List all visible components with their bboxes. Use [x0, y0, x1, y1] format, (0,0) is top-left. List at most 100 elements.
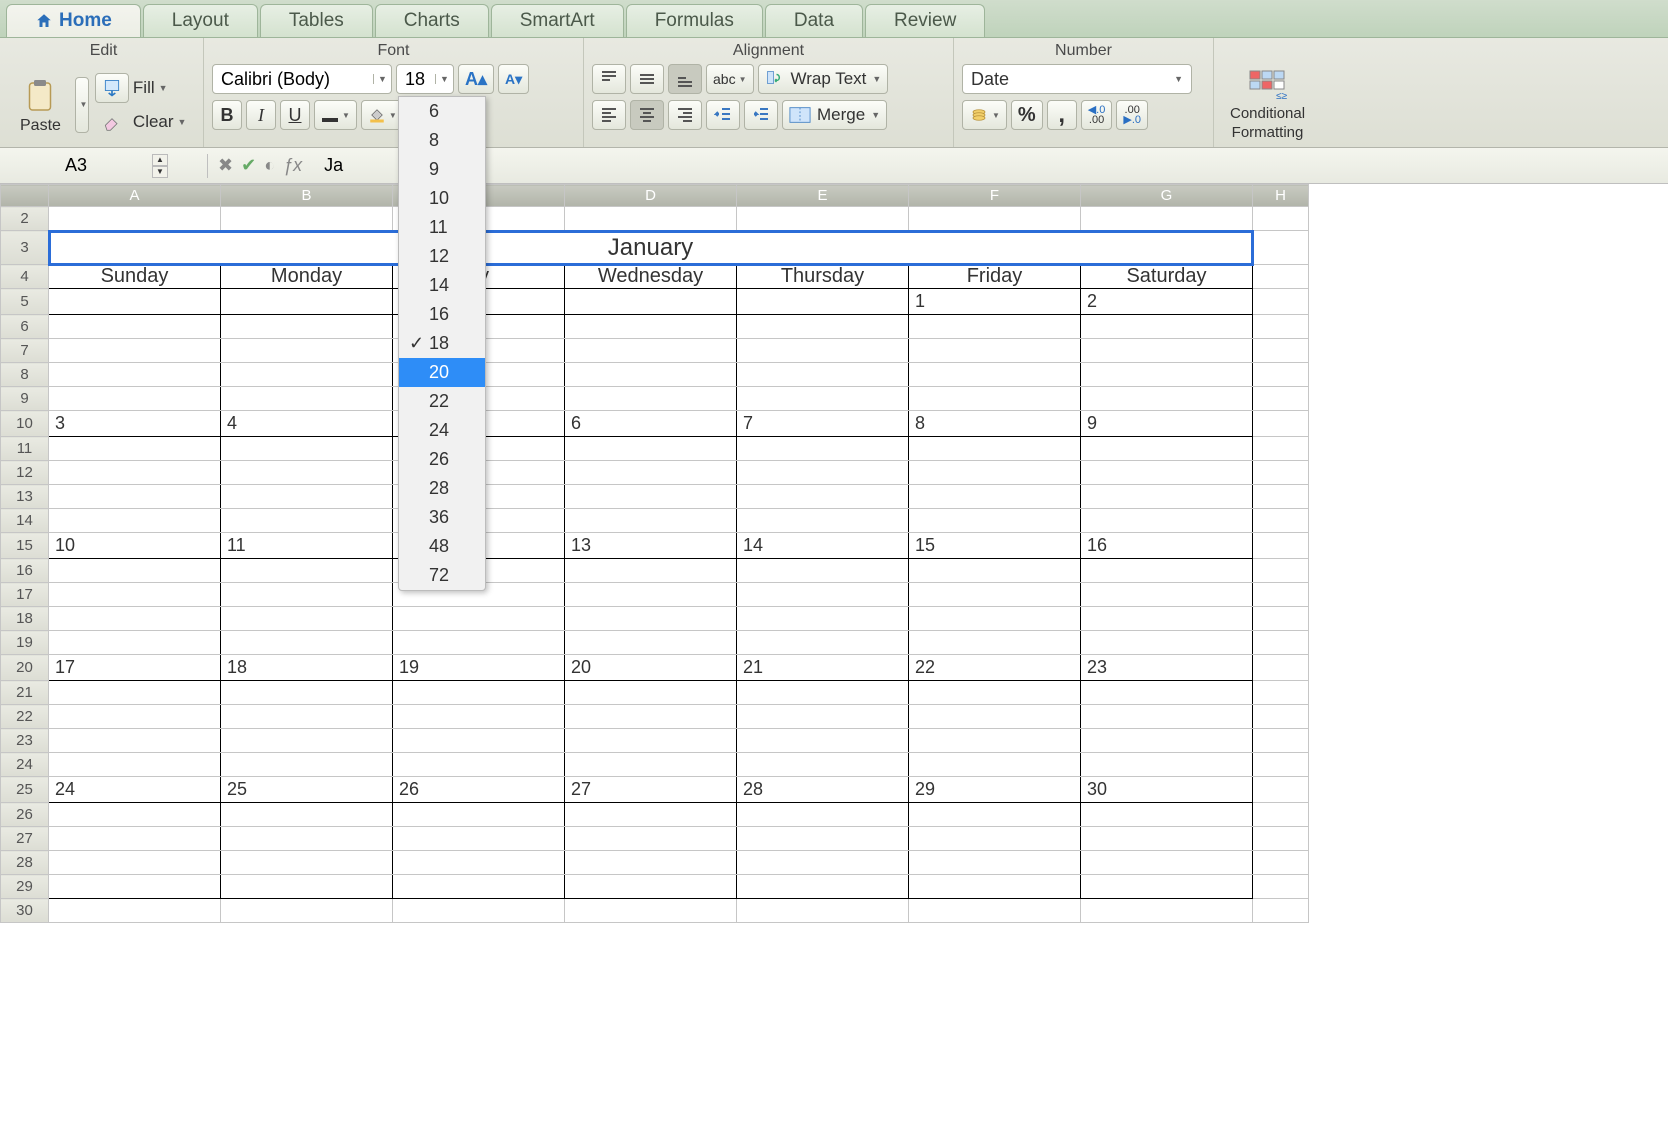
font-size-option-28[interactable]: 28	[399, 474, 485, 503]
row-header-21[interactable]: 21	[1, 681, 49, 705]
cell-F20[interactable]: 22	[909, 655, 1081, 681]
cell-C20[interactable]: 19	[393, 655, 565, 681]
font-size-option-36[interactable]: 36	[399, 503, 485, 532]
cell-H5[interactable]	[1253, 289, 1309, 315]
cell-D11[interactable]	[565, 437, 737, 461]
cell-D5[interactable]	[565, 289, 737, 315]
row-header-5[interactable]: 5	[1, 289, 49, 315]
cell-A15[interactable]: 10	[49, 533, 221, 559]
cell-C25[interactable]: 26	[393, 777, 565, 803]
cell-F26[interactable]	[909, 803, 1081, 827]
wrap-text-button[interactable]: Wrap Text ▼	[758, 64, 889, 94]
cell-A30[interactable]	[49, 899, 221, 923]
cell-B25[interactable]: 25	[221, 777, 393, 803]
row-header-13[interactable]: 13	[1, 485, 49, 509]
cell-B26[interactable]	[221, 803, 393, 827]
cell-G7[interactable]	[1081, 339, 1253, 363]
cell-A20[interactable]: 17	[49, 655, 221, 681]
tab-charts[interactable]: Charts	[375, 4, 489, 37]
cell-B10[interactable]: 4	[221, 411, 393, 437]
name-box-stepper[interactable]: ▲ ▼	[152, 154, 168, 178]
cell-D30[interactable]	[565, 899, 737, 923]
clear-icon-button[interactable]	[95, 107, 129, 137]
align-right-button[interactable]	[668, 100, 702, 130]
align-center-button[interactable]	[630, 100, 664, 130]
italic-button[interactable]: I	[246, 100, 276, 130]
cell-F13[interactable]	[909, 485, 1081, 509]
col-header-E[interactable]: E	[737, 185, 909, 207]
row-header-25[interactable]: 25	[1, 777, 49, 803]
cell-H17[interactable]	[1253, 583, 1309, 607]
underline-button[interactable]: U	[280, 100, 310, 130]
cell-G10[interactable]: 9	[1081, 411, 1253, 437]
font-size-option-16[interactable]: 16	[399, 300, 485, 329]
decrease-decimal-button[interactable]: .00▶.0	[1116, 100, 1148, 130]
cell-A10[interactable]: 3	[49, 411, 221, 437]
tab-layout[interactable]: Layout	[143, 4, 258, 37]
row-header-7[interactable]: 7	[1, 339, 49, 363]
cancel-formula-icon[interactable]: ✖	[218, 155, 233, 176]
stepper-up-icon[interactable]: ▲	[152, 154, 168, 166]
cell-H12[interactable]	[1253, 461, 1309, 485]
cell-H30[interactable]	[1253, 899, 1309, 923]
row-header-28[interactable]: 28	[1, 851, 49, 875]
cell-G14[interactable]	[1081, 509, 1253, 533]
tab-home[interactable]: Home	[6, 4, 141, 37]
cell-F22[interactable]	[909, 705, 1081, 729]
cell-E17[interactable]	[737, 583, 909, 607]
cell-G4[interactable]: Saturday	[1081, 265, 1253, 289]
cell-G24[interactable]	[1081, 753, 1253, 777]
increase-decimal-button[interactable]: ◀.0.00	[1081, 100, 1113, 130]
cell-G12[interactable]	[1081, 461, 1253, 485]
align-left-button[interactable]	[592, 100, 626, 130]
cell-H19[interactable]	[1253, 631, 1309, 655]
cell-A21[interactable]	[49, 681, 221, 705]
cell-F25[interactable]: 29	[909, 777, 1081, 803]
cell-C28[interactable]	[393, 851, 565, 875]
cell-E7[interactable]	[737, 339, 909, 363]
cell-H16[interactable]	[1253, 559, 1309, 583]
cell-H9[interactable]	[1253, 387, 1309, 411]
cell-B18[interactable]	[221, 607, 393, 631]
cell-E9[interactable]	[737, 387, 909, 411]
cell-H22[interactable]	[1253, 705, 1309, 729]
cell-F21[interactable]	[909, 681, 1081, 705]
cell-G22[interactable]	[1081, 705, 1253, 729]
cell-G8[interactable]	[1081, 363, 1253, 387]
cell-F29[interactable]	[909, 875, 1081, 899]
number-format-select[interactable]: Date ▼	[962, 64, 1192, 94]
cell-D17[interactable]	[565, 583, 737, 607]
row-header-20[interactable]: 20	[1, 655, 49, 681]
cell-D23[interactable]	[565, 729, 737, 753]
percent-button[interactable]: %	[1011, 100, 1043, 130]
select-all-corner[interactable]	[1, 185, 49, 207]
cell-B5[interactable]	[221, 289, 393, 315]
font-size-option-26[interactable]: 26	[399, 445, 485, 474]
cell-D29[interactable]	[565, 875, 737, 899]
cell-H10[interactable]	[1253, 411, 1309, 437]
cell-E26[interactable]	[737, 803, 909, 827]
cell-A4[interactable]: Sunday	[49, 265, 221, 289]
cell-H24[interactable]	[1253, 753, 1309, 777]
cell-F17[interactable]	[909, 583, 1081, 607]
cell-F28[interactable]	[909, 851, 1081, 875]
cell-C27[interactable]	[393, 827, 565, 851]
cell-G17[interactable]	[1081, 583, 1253, 607]
cell-F2[interactable]	[909, 207, 1081, 231]
stepper-down-icon[interactable]: ▼	[152, 166, 168, 178]
row-header-26[interactable]: 26	[1, 803, 49, 827]
cell-C23[interactable]	[393, 729, 565, 753]
cell-F12[interactable]	[909, 461, 1081, 485]
font-size-option-9[interactable]: 9	[399, 155, 485, 184]
merge-button[interactable]: Merge ▼	[782, 100, 887, 130]
tab-review[interactable]: Review	[865, 4, 985, 37]
cell-D20[interactable]: 20	[565, 655, 737, 681]
cell-C18[interactable]	[393, 607, 565, 631]
orientation-button[interactable]: abc	[706, 64, 754, 94]
cell-G5[interactable]: 2	[1081, 289, 1253, 315]
cell-D25[interactable]: 27	[565, 777, 737, 803]
cell-G16[interactable]	[1081, 559, 1253, 583]
cell-F5[interactable]: 1	[909, 289, 1081, 315]
cell-B29[interactable]	[221, 875, 393, 899]
row-header-27[interactable]: 27	[1, 827, 49, 851]
